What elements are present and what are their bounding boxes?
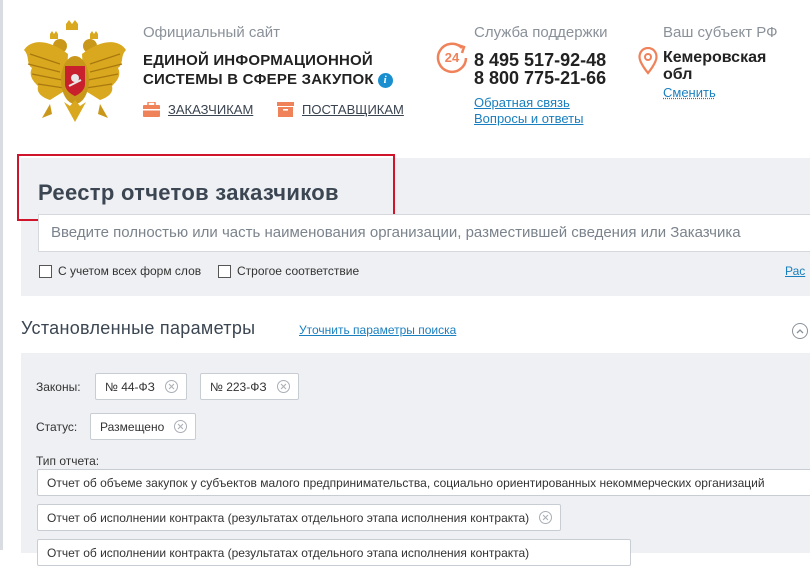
feedback-link[interactable]: Обратная связь <box>474 95 570 110</box>
remove-icon[interactable] <box>276 380 290 393</box>
region-name: Кемеровская обл <box>663 49 766 83</box>
location-pin-icon <box>638 46 658 75</box>
remove-icon[interactable] <box>174 420 188 433</box>
box-icon <box>277 102 294 117</box>
report-type-label: Тип отчета: <box>36 454 100 468</box>
region-label: Ваш субъект РФ <box>663 24 778 41</box>
status-chip: Размещено <box>90 413 197 440</box>
nav-suppliers-label: ПОСТАВЩИКАМ <box>302 102 404 117</box>
law-chip: № 44-ФЗ <box>95 373 187 400</box>
law-chip-label: № 223-ФЗ <box>210 379 267 394</box>
page-edge-divider <box>0 0 3 550</box>
support-label: Служба поддержки <box>474 24 608 41</box>
strict-match-option[interactable]: Строгое соответствие <box>218 264 359 278</box>
report-type-chip: Отчет об исполнении контракта (результат… <box>37 504 562 531</box>
status-label: Статус: <box>36 420 78 434</box>
law-chip: № 223-ФЗ <box>200 373 299 400</box>
all-forms-option[interactable]: С учетом всех форм слов <box>39 264 201 278</box>
remove-icon[interactable] <box>539 511 553 524</box>
report-type-chip-label: Отчет об исполнении контракта (результат… <box>47 510 530 525</box>
nav-customers-label: ЗАКАЗЧИКАМ <box>168 102 254 117</box>
report-type-chip-label: Отчет об объеме закупок у субъектов мало… <box>47 475 765 490</box>
support-24-icon: 24 <box>436 42 468 74</box>
collapse-button[interactable] <box>792 323 808 339</box>
all-forms-label: С учетом всех форм слов <box>58 264 202 278</box>
params-title: Установленные параметры <box>21 318 256 338</box>
coat-of-arms-logo[interactable] <box>20 20 130 138</box>
remove-icon[interactable] <box>164 380 178 393</box>
extended-search-link[interactable]: Рас <box>785 264 805 278</box>
strict-match-label: Строгое соответствие <box>237 264 360 278</box>
nav-suppliers-link[interactable]: ПОСТАВЩИКАМ <box>277 102 404 117</box>
site-title-line2: СИСТЕМЫ В СФЕРЕ ЗАКУПОК <box>143 71 374 88</box>
region-name-line1: Кемеровская <box>663 49 767 66</box>
refine-search-link[interactable]: Уточнить параметры поиска <box>299 323 456 337</box>
all-forms-checkbox[interactable] <box>39 264 52 278</box>
laws-label: Законы: <box>36 380 81 394</box>
briefcase-icon <box>143 102 160 117</box>
report-type-chip: Отчет об исполнении контракта (результат… <box>37 539 631 566</box>
support-24-text: 24 <box>444 50 460 65</box>
change-region-link[interactable]: Сменить <box>663 85 716 100</box>
report-type-chip-label: Отчет об исполнении контракта (результат… <box>47 545 530 560</box>
region-name-line2: обл <box>663 66 693 83</box>
title-highlight-box <box>17 154 395 221</box>
search-input[interactable]: Введите полностью или часть наименования… <box>38 214 810 252</box>
info-icon[interactable]: i <box>377 73 393 88</box>
site-title-line1: ЕДИНОЙ ИНФОРМАЦИОННОЙ <box>143 52 373 69</box>
site-title: ЕДИНОЙ ИНФОРМАЦИОННОЙ СИСТЕМЫ В СФЕРЕ ЗА… <box>143 51 393 89</box>
support-phone-2[interactable]: 8 800 775-21-66 <box>474 68 606 89</box>
faq-link[interactable]: Вопросы и ответы <box>474 111 583 126</box>
nav-customers-link[interactable]: ЗАКАЗЧИКАМ <box>143 102 253 117</box>
strict-match-checkbox[interactable] <box>218 264 231 278</box>
status-chip-label: Размещено <box>100 419 165 434</box>
chevron-up-icon <box>796 329 804 334</box>
report-type-chip: Отчет об объеме закупок у субъектов мало… <box>37 469 810 496</box>
law-chip-label: № 44-ФЗ <box>105 379 155 394</box>
site-label: Официальный сайт <box>143 24 280 41</box>
